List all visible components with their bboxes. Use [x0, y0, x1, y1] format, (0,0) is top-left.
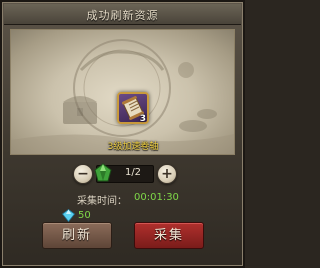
- collect-button[interactable]: 采集: [134, 222, 204, 249]
- item-slot[interactable]: 3: [117, 92, 149, 124]
- resource-scene: 3 3级加速卷轴: [10, 29, 235, 155]
- cost-value: 50: [78, 210, 91, 221]
- minus-button[interactable]: −: [73, 164, 93, 184]
- plus-button[interactable]: +: [157, 164, 177, 184]
- quantity-stepper: − 1/2 +: [2, 163, 243, 186]
- dialog-title-bar: 成功刷新资源: [4, 4, 241, 25]
- item-count: 3: [139, 114, 146, 124]
- collect-time-label: 采集时间：: [77, 196, 127, 207]
- green-gem-icon: [94, 163, 112, 182]
- item-name: 3级加速卷轴: [107, 142, 159, 152]
- dialog-title: 成功刷新资源: [86, 9, 159, 22]
- diamond-icon: [62, 209, 75, 222]
- stepper-field: 1/2: [94, 163, 154, 183]
- stepper-value: 1/2: [124, 167, 142, 178]
- refresh-button[interactable]: 刷新: [42, 222, 112, 249]
- collect-time-value: 00:01:30: [134, 192, 179, 203]
- resource-refresh-dialog: 成功刷新资源 3 3级加速卷轴 − 1/2 + 采集时间： 00:01:30 5…: [0, 0, 245, 268]
